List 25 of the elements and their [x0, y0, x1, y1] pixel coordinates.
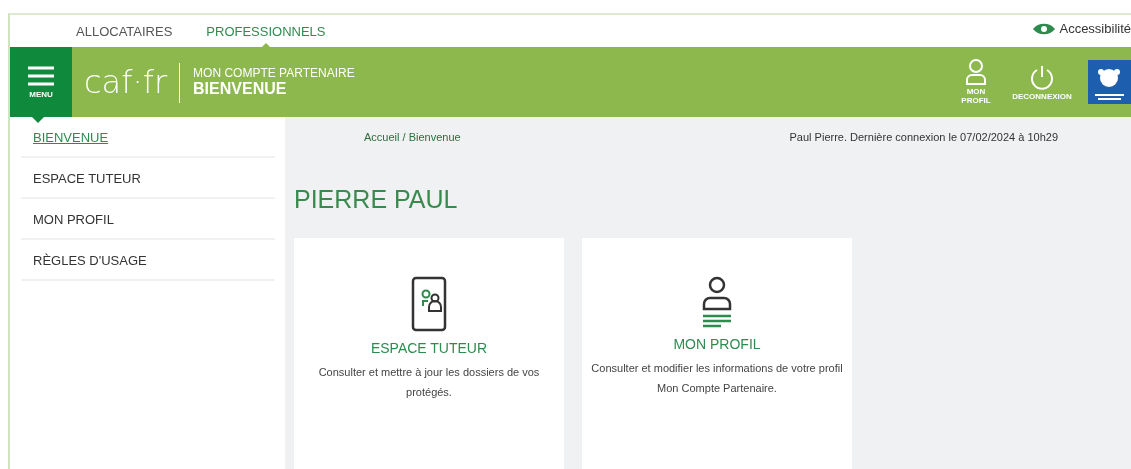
- accessibility-link[interactable]: Accessibilité: [1032, 21, 1131, 36]
- sidebar-item[interactable]: MON PROFIL: [21, 199, 275, 240]
- card-description: Consulter et modifier les informations de votre profil Mon Compte Partenaire.: [590, 361, 844, 396]
- breadcrumb: Accueil / Bienvenue: [364, 131, 461, 143]
- top-nav-tab[interactable]: ALLOCATAIRES: [76, 15, 173, 47]
- sidebar-item[interactable]: ESPACE TUTEUR: [21, 158, 275, 199]
- menu-icon: [28, 65, 54, 86]
- header-title: BIENVENUE: [193, 80, 288, 98]
- top-nav-tab[interactable]: PROFESSIONNELS: [206, 15, 326, 47]
- header-subtitle: MON COMPTE PARTENAIRE: [193, 66, 356, 80]
- feature-card[interactable]: ESPACE TUTEUR Consulter et mettre à jour les dossiers de vos protégés.: [294, 238, 564, 469]
- card-title: ESPACE TUTEUR: [370, 340, 488, 356]
- tutor-card-icon: [411, 276, 447, 332]
- feature-card[interactable]: MON PROFIL Consulter et modifier les informations de votre profil Mon Compte Partenaire.: [582, 238, 852, 469]
- power-icon: [1029, 63, 1055, 90]
- sidebar-item[interactable]: RÈGLES D'USAGE: [21, 240, 275, 281]
- card-description: Consulter et mettre à jour les dossiers de vos protégés.: [317, 365, 541, 400]
- organization-logo: [1088, 60, 1131, 104]
- last-login-text: Paul Pierre. Dernière connexion le 07/02/2024 à 10h29: [789, 131, 1058, 143]
- page-title: PIERRE PAUL: [294, 185, 459, 214]
- user-profile-icon: [701, 276, 733, 328]
- eye-icon: [1032, 22, 1057, 35]
- user-icon: [965, 59, 987, 85]
- card-title: MON PROFIL: [673, 336, 761, 352]
- sidebar-item[interactable]: BIENVENUE: [21, 117, 275, 158]
